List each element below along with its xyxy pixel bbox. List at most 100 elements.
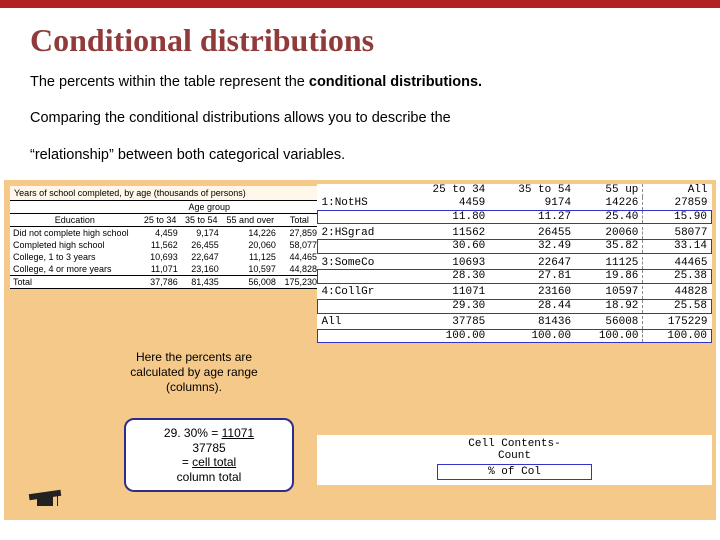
formula-numerator: 11071 <box>222 426 254 440</box>
g3c3: 44828 <box>643 286 712 299</box>
contents-title: Cell Contents- <box>468 438 560 450</box>
col-1: 35 to 54 <box>181 214 222 227</box>
g2l: 3:SomeCo <box>318 257 404 270</box>
r1c1: 26,455 <box>181 239 222 251</box>
g2c0: 10693 <box>404 257 490 270</box>
formula-coltotal: column total <box>132 470 286 484</box>
g3c2: 10597 <box>575 286 643 299</box>
g1p0: 30.60 <box>404 240 490 254</box>
g2c1: 22647 <box>489 257 575 270</box>
contents-pctcol: % of Col <box>437 464 592 480</box>
g3p1: 28.44 <box>489 300 575 314</box>
left-table-grid: Age group Education 25 to 34 35 to 54 55… <box>10 201 320 289</box>
rh4: All <box>643 184 712 197</box>
g0p2: 25.40 <box>575 210 643 224</box>
r1-label: Completed high school <box>10 239 140 251</box>
g2p1: 27.81 <box>489 270 575 284</box>
formula-lhs: 29. 30% = <box>164 426 222 440</box>
g0p3: 15.90 <box>643 210 712 224</box>
g1c3: 58077 <box>643 227 712 240</box>
g4c3: 175229 <box>643 316 712 329</box>
g0p1: 11.27 <box>489 210 575 224</box>
r3c1: 23,160 <box>181 263 222 276</box>
r2c3: 44,465 <box>279 251 320 263</box>
g0c2: 14226 <box>575 197 643 210</box>
g1p1: 32.49 <box>489 240 575 254</box>
age-group-header: Age group <box>140 201 279 214</box>
r0-label: Did not complete high school <box>10 227 140 240</box>
graduation-cap-icon <box>29 488 65 510</box>
g0c3: 27859 <box>643 197 712 210</box>
left-caption: Years of school completed, by age (thous… <box>10 186 320 201</box>
accent-bar <box>0 0 720 8</box>
col-0: 25 to 34 <box>140 214 181 227</box>
g4p0: 100.00 <box>404 329 490 343</box>
r2c0: 10,693 <box>140 251 181 263</box>
tot2: 56,008 <box>222 276 279 289</box>
formula-eq: = <box>182 455 192 469</box>
g0l: 1:NotHS <box>318 197 404 210</box>
g2p2: 19.86 <box>575 270 643 284</box>
r2c1: 22,647 <box>181 251 222 263</box>
g4c0: 37785 <box>404 316 490 329</box>
callout-formula: 29. 30% = 11071 37785 = cell total colum… <box>124 418 294 492</box>
g2c3: 44465 <box>643 257 712 270</box>
g0c1: 9174 <box>489 197 575 210</box>
rh1: 25 to 34 <box>404 184 490 197</box>
row-head: Education <box>10 214 140 227</box>
col-2: 55 and over <box>222 214 279 227</box>
tot3: 175,230 <box>279 276 320 289</box>
content-panel: Years of school completed, by age (thous… <box>4 180 716 520</box>
g4c2: 56008 <box>575 316 643 329</box>
g1c1: 26455 <box>489 227 575 240</box>
r0c3: 27,859 <box>279 227 320 240</box>
g3p2: 18.92 <box>575 300 643 314</box>
r1c2: 20,060 <box>222 239 279 251</box>
g2c2: 11125 <box>575 257 643 270</box>
formula-celltotal: cell total <box>192 455 236 469</box>
r1c0: 11,562 <box>140 239 181 251</box>
r3c2: 10,597 <box>222 263 279 276</box>
g0c0: 4459 <box>404 197 490 210</box>
g1c2: 20060 <box>575 227 643 240</box>
g4c1: 81436 <box>489 316 575 329</box>
rh2: 35 to 54 <box>489 184 575 197</box>
g2p3: 25.38 <box>643 270 712 284</box>
g4p1: 100.00 <box>489 329 575 343</box>
g4l: All <box>318 316 404 329</box>
cell-contents-legend: Cell Contents- Count % of Col <box>317 435 712 485</box>
r2-label: College, 1 to 3 years <box>10 251 140 263</box>
contents-count: Count <box>317 450 712 462</box>
g3c1: 23160 <box>489 286 575 299</box>
g0p0: 11.80 <box>404 210 490 224</box>
g3c0: 11071 <box>404 286 490 299</box>
r3-label: College, 4 or more years <box>10 263 140 276</box>
col-3: Total <box>279 214 320 227</box>
r3c0: 11,071 <box>140 263 181 276</box>
para1a: The percents within the table represent … <box>30 74 309 90</box>
tot0: 37,786 <box>140 276 181 289</box>
paragraph-3: “relationship” between both categorical … <box>30 144 690 166</box>
g3p0: 29.30 <box>404 300 490 314</box>
g1p2: 35.82 <box>575 240 643 254</box>
slide-title: Conditional distributions <box>30 22 720 59</box>
r0c0: 4,459 <box>140 227 181 240</box>
rh3: 55 up <box>575 184 643 197</box>
paragraph-2: Comparing the conditional distributions … <box>30 107 690 129</box>
g3p3: 25.58 <box>643 300 712 314</box>
formula-denominator: 37785 <box>132 441 286 455</box>
para1b: conditional distributions. <box>309 74 482 90</box>
g1c0: 11562 <box>404 227 490 240</box>
r0c2: 14,226 <box>222 227 279 240</box>
g1p3: 33.14 <box>643 240 712 254</box>
g4p2: 100.00 <box>575 329 643 343</box>
crosstab-output: 25 to 34 35 to 54 55 up All 1:NotHS 4459… <box>317 184 712 343</box>
callout-description: Here the percents are calculated by age … <box>114 350 274 395</box>
g4p3: 100.00 <box>643 329 712 343</box>
r3c3: 44,828 <box>279 263 320 276</box>
g1l: 2:HSgrad <box>318 227 404 240</box>
summary-table: Years of school completed, by age (thous… <box>10 186 320 289</box>
r0c1: 9,174 <box>181 227 222 240</box>
tot1: 81,435 <box>181 276 222 289</box>
r1c3: 58,077 <box>279 239 320 251</box>
